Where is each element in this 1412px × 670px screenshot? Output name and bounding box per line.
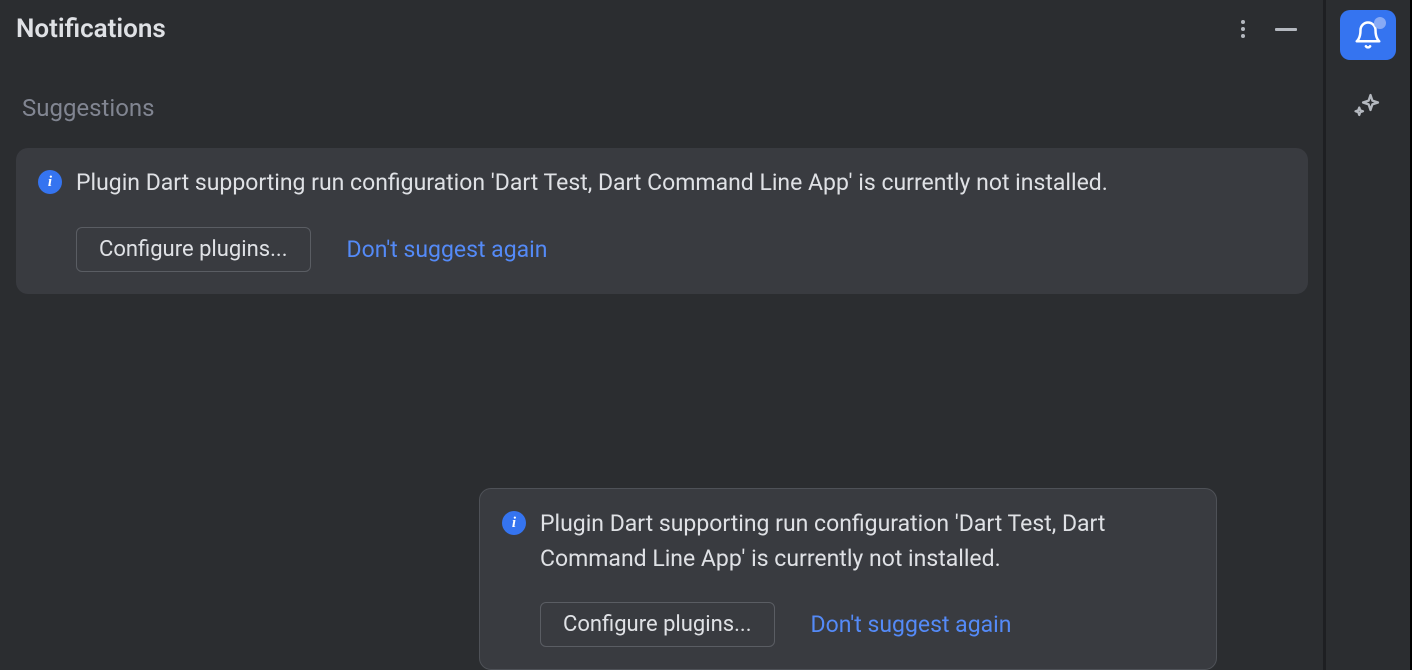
notification-body: Plugin Dart supporting run configuration… <box>76 166 1286 272</box>
notification-actions: Configure plugins... Don't suggest again <box>540 602 1194 647</box>
ai-assistant-button[interactable] <box>1351 88 1385 122</box>
dont-suggest-link[interactable]: Don't suggest again <box>811 611 1012 638</box>
section-label: Suggestions <box>22 94 1309 122</box>
configure-plugins-button[interactable]: Configure plugins... <box>540 602 775 647</box>
info-icon: i <box>38 170 62 194</box>
more-options-icon[interactable] <box>1233 19 1253 39</box>
notification-toast: i Plugin Dart supporting run configurati… <box>479 488 1217 670</box>
info-icon: i <box>502 511 526 535</box>
configure-plugins-button[interactable]: Configure plugins... <box>76 227 311 272</box>
notification-card: i Plugin Dart supporting run configurati… <box>16 148 1308 294</box>
notification-message: Plugin Dart supporting run configuration… <box>540 507 1194 576</box>
right-toolbar <box>1323 0 1410 670</box>
notifications-bell-button[interactable] <box>1340 10 1396 60</box>
notification-actions: Configure plugins... Don't suggest again <box>76 227 1286 272</box>
sparkle-icon <box>1353 90 1383 120</box>
panel-header: Notifications <box>14 14 1309 44</box>
notification-message: Plugin Dart supporting run configuration… <box>76 166 1286 201</box>
notifications-panel: Notifications Suggestions i Plugin Dart … <box>0 0 1323 670</box>
minimize-icon[interactable] <box>1275 28 1297 31</box>
notification-body: Plugin Dart supporting run configuration… <box>540 507 1194 647</box>
panel-title: Notifications <box>16 14 166 44</box>
dont-suggest-link[interactable]: Don't suggest again <box>347 236 548 263</box>
header-actions <box>1233 19 1297 39</box>
notification-badge-icon <box>1374 17 1386 29</box>
